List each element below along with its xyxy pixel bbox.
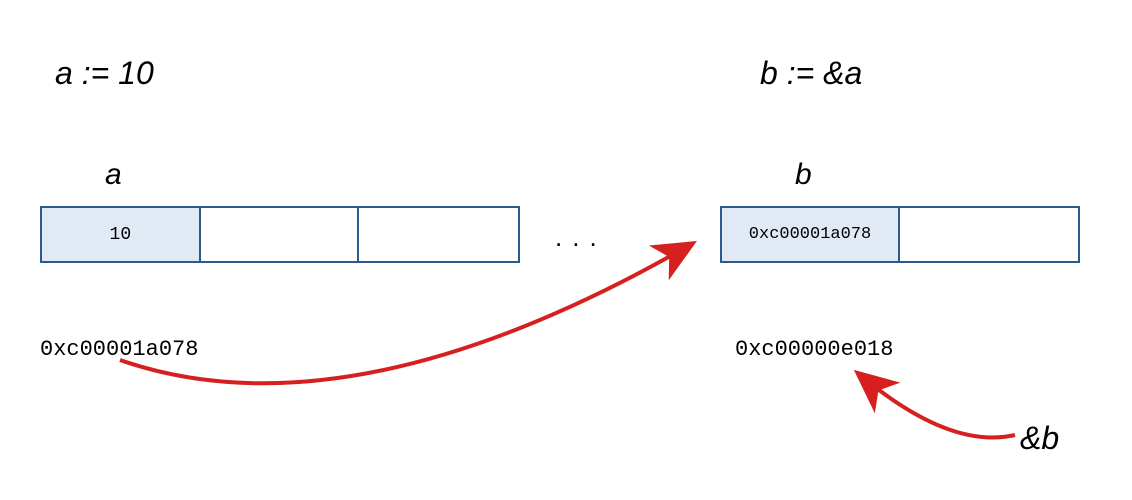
- amp-b-label: &b: [1020, 420, 1059, 457]
- memory-block-a: 10: [40, 206, 520, 263]
- memory-block-b: 0xc00001a078: [720, 206, 1080, 263]
- memory-cell-empty: [900, 208, 1078, 261]
- memory-cell-empty: [359, 208, 518, 261]
- memory-cell-a-value: 10: [42, 208, 201, 261]
- pointer-arrow-amp-b: [820, 360, 1050, 460]
- memory-cell-b-value: 0xc00001a078: [722, 208, 900, 261]
- variable-label-a: a: [105, 158, 122, 192]
- address-a: 0xc00001a078: [40, 337, 198, 362]
- declaration-b: b := &a: [760, 55, 862, 92]
- variable-label-b: b: [795, 158, 812, 192]
- declaration-a: a := 10: [55, 55, 154, 92]
- ellipsis: ...: [555, 222, 607, 253]
- memory-cell-empty: [201, 208, 360, 261]
- address-b: 0xc00000e018: [735, 337, 893, 362]
